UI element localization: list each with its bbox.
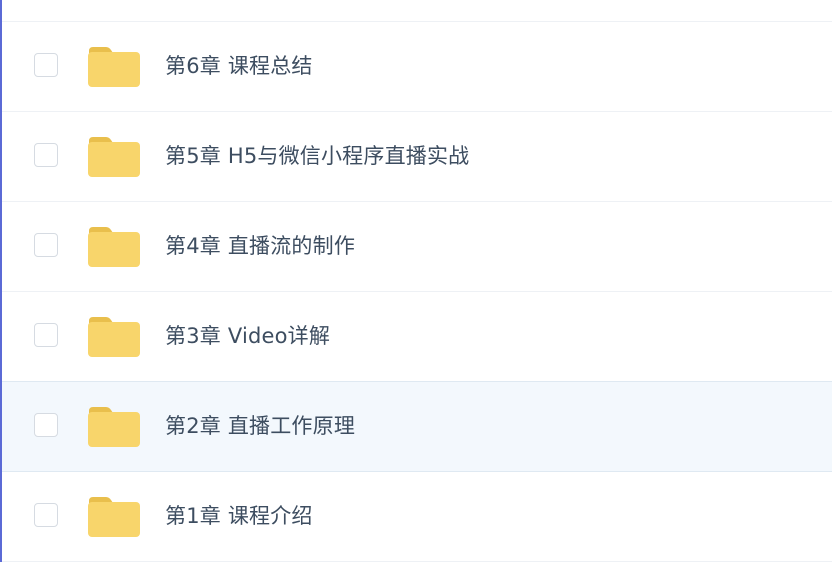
row-checkbox[interactable] — [34, 143, 58, 167]
folder-list: 第6章 课程总结 第5章 H5与微信小程序直播实战 第4章 直播流的制作 第3章… — [0, 0, 832, 562]
folder-name[interactable]: 第2章 直播工作原理 — [165, 412, 355, 440]
row-checkbox[interactable] — [34, 53, 58, 77]
folder-name[interactable]: 第4章 直播流的制作 — [165, 232, 355, 260]
folder-row[interactable]: 第4章 直播流的制作 — [0, 202, 832, 292]
file-list-page: 第6章 课程总结 第5章 H5与微信小程序直播实战 第4章 直播流的制作 第3章… — [0, 0, 832, 562]
folder-row[interactable]: 第6章 课程总结 — [0, 22, 832, 112]
folder-icon — [87, 45, 141, 88]
folder-icon — [87, 405, 141, 448]
folder-icon — [87, 225, 141, 268]
row-checkbox[interactable] — [34, 413, 58, 437]
folder-name[interactable]: 第6章 课程总结 — [165, 52, 313, 80]
row-checkbox[interactable] — [34, 323, 58, 347]
row-checkbox[interactable] — [34, 503, 58, 527]
row-checkbox[interactable] — [34, 233, 58, 257]
folder-row[interactable]: 第2章 直播工作原理 — [0, 381, 832, 472]
folder-name[interactable]: 第5章 H5与微信小程序直播实战 — [165, 142, 469, 170]
folder-name[interactable]: 第3章 Video详解 — [165, 322, 330, 350]
folder-icon — [87, 495, 141, 538]
folder-row[interactable] — [0, 0, 832, 22]
left-edge-accent — [0, 0, 2, 562]
folder-icon — [87, 315, 141, 358]
folder-icon — [87, 135, 141, 178]
folder-row[interactable]: 第5章 H5与微信小程序直播实战 — [0, 112, 832, 202]
folder-name[interactable]: 第1章 课程介绍 — [165, 502, 313, 530]
folder-row[interactable]: 第3章 Video详解 — [0, 292, 832, 382]
folder-row[interactable]: 第1章 课程介绍 — [0, 472, 832, 562]
